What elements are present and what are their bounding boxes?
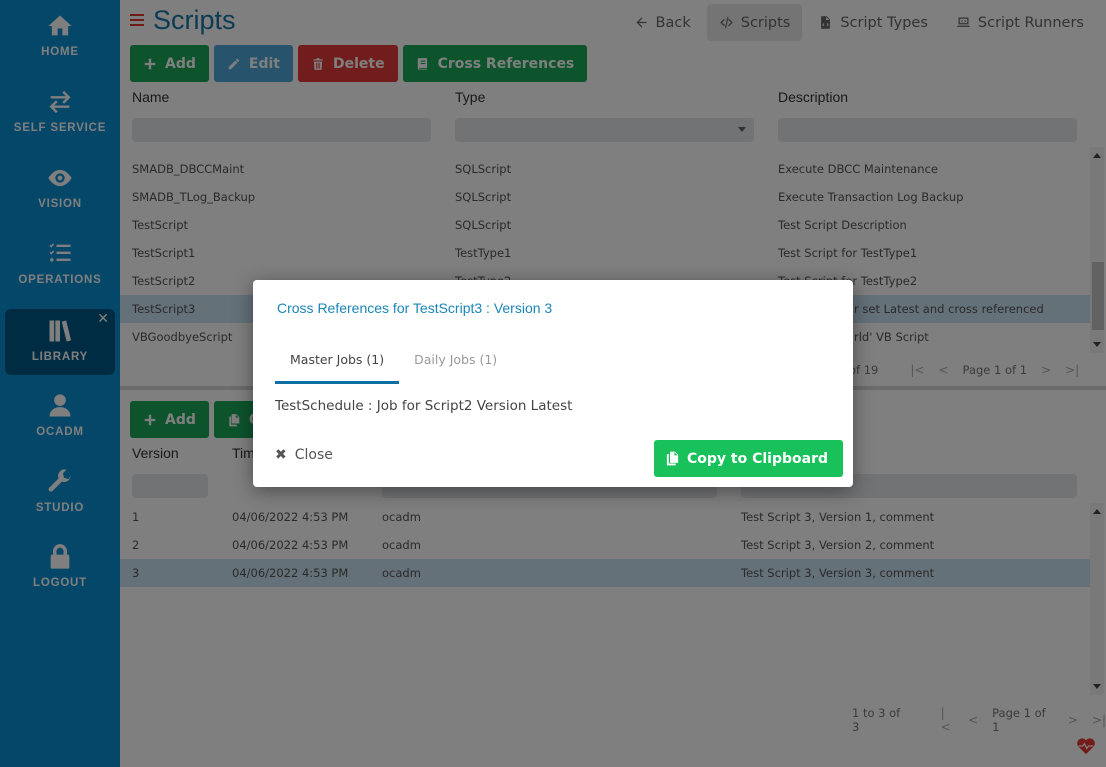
close-icon: ✖: [275, 447, 287, 463]
dialog-title: Cross References for TestScript3 : Versi…: [277, 300, 553, 316]
copy-icon: [666, 451, 679, 466]
close-label: Close: [294, 447, 333, 463]
cross-reference-entry: TestSchedule : Job for Script2 Version L…: [275, 398, 573, 414]
close-button[interactable]: ✖ Close: [275, 447, 333, 463]
copy-label: Copy to Clipboard: [686, 450, 828, 467]
tab-daily-jobs[interactable]: Daily Jobs (1): [399, 342, 512, 384]
tab-master-jobs[interactable]: Master Jobs (1): [275, 342, 400, 384]
copy-to-clipboard-button[interactable]: Copy to Clipboard: [653, 440, 843, 477]
cross-references-dialog: Cross References for TestScript3 : Versi…: [253, 280, 853, 487]
dialog-tabs: Master Jobs (1) Daily Jobs (1): [275, 342, 512, 384]
